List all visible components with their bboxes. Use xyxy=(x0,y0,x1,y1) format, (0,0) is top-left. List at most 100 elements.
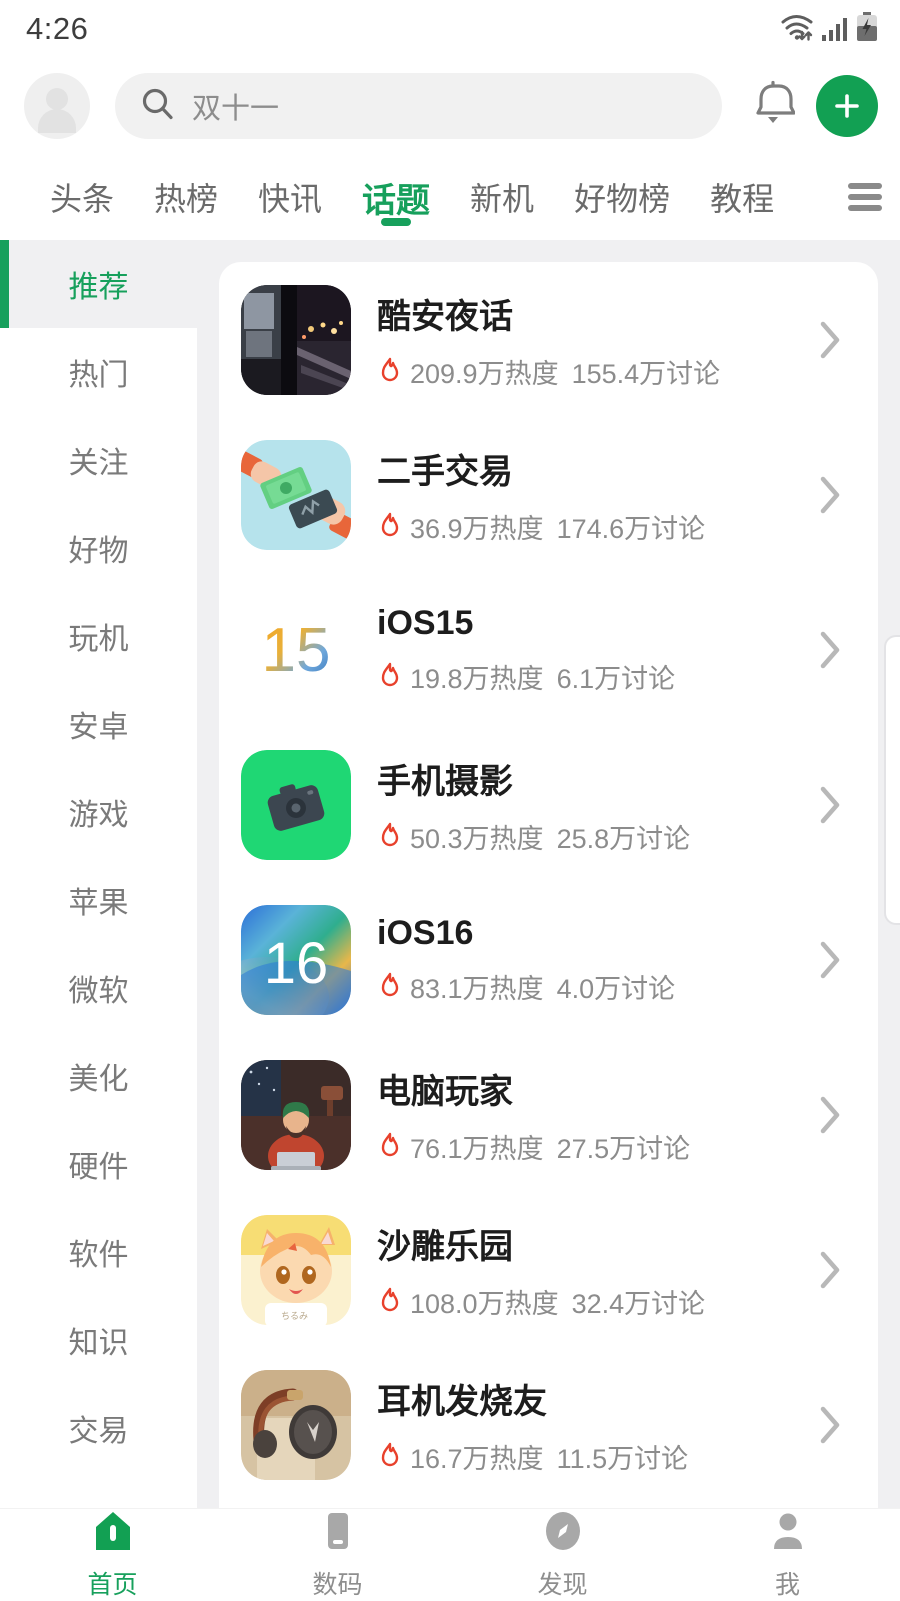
flame-icon xyxy=(381,1442,399,1467)
chevron-right-icon xyxy=(810,473,850,517)
top-tab-bar: 头条 热榜 快讯 话题 新机 好物榜 教程 xyxy=(0,154,900,240)
sidebar-item-12[interactable]: 知识 xyxy=(0,1296,197,1384)
topic-stats: 209.9万热度 155.4万讨论 xyxy=(377,352,784,391)
sidebar-item-2[interactable]: 关注 xyxy=(0,416,197,504)
topic-stats: 108.0万热度 32.4万讨论 xyxy=(377,1282,784,1321)
notification-bell-button[interactable] xyxy=(744,80,802,133)
topic-row[interactable]: 二手交易 36.9万热度 174.6万讨论 xyxy=(219,417,878,572)
topic-title: iOS16 xyxy=(377,913,474,952)
nav-item-1[interactable]: 数码 xyxy=(225,1508,450,1601)
tab-label: 好物榜 xyxy=(574,181,671,217)
topic-stats: 19.8万热度 6.1万讨论 xyxy=(377,657,784,696)
sidebar-item-4[interactable]: 玩机 xyxy=(0,592,197,680)
sidebar-item-3[interactable]: 好物 xyxy=(0,504,197,592)
topic-row[interactable]: 16 iOS16 83.1万热度 4.0万讨论 xyxy=(219,882,878,1037)
bell-icon xyxy=(751,80,796,133)
tab-active-underline xyxy=(381,218,412,226)
topic-row[interactable]: ちるみ 沙雕乐园 108.0万热度 32.4万讨论 xyxy=(219,1192,878,1347)
topic-discussions: 174.6万讨论 xyxy=(556,513,706,544)
ios15-logo-icon: 15 xyxy=(241,595,351,705)
add-button[interactable] xyxy=(816,75,878,137)
signal-icon xyxy=(821,14,849,47)
wifi-icon xyxy=(780,12,814,47)
sidebar-item-5[interactable]: 安卓 xyxy=(0,680,197,768)
camera-green-icon xyxy=(241,749,351,860)
topic-card-list: 酷安夜话 209.9万热度 155.4万讨论 二手交易 36.9万热度 174.… xyxy=(219,262,878,1508)
flame-icon xyxy=(381,1132,399,1157)
svg-text:16: 16 xyxy=(264,931,329,996)
sidebar-item-label: 关注 xyxy=(68,447,129,480)
topic-stats: 83.1万热度 4.0万讨论 xyxy=(377,967,784,1006)
topic-row[interactable]: 电脑玩家 76.1万热度 27.5万讨论 xyxy=(219,1037,878,1192)
topic-heat: 108.0万热度 xyxy=(410,1288,559,1319)
topic-discussions: 32.4万讨论 xyxy=(571,1288,706,1319)
sidebar-item-11[interactable]: 软件 xyxy=(0,1208,197,1296)
tab-0[interactable]: 头条 xyxy=(30,154,134,240)
topic-row[interactable]: 耳机发烧友 16.7万热度 11.5万讨论 xyxy=(219,1347,878,1502)
tab-overflow-menu-button[interactable] xyxy=(830,154,900,240)
status-icon-group xyxy=(780,11,878,47)
tab-label: 快讯 xyxy=(258,181,323,217)
hands-trading-money-icon xyxy=(241,439,351,550)
category-sidebar[interactable]: 推荐 热门关注好物玩机安卓 游戏苹果微软美化硬件软件知识 交易 xyxy=(0,240,197,1508)
person-at-laptop-icon xyxy=(241,1059,351,1170)
tab-4[interactable]: 新机 xyxy=(450,154,554,240)
topic-title: 手机摄影 xyxy=(377,762,513,801)
sidebar-item-label: 微软 xyxy=(68,975,129,1008)
sidebar-item-9[interactable]: 美化 xyxy=(0,1032,197,1120)
sidebar-item-10[interactable]: 硬件 xyxy=(0,1120,197,1208)
topic-heat: 76.1万热度 xyxy=(410,1133,544,1164)
topic-text-block: 二手交易 36.9万热度 174.6万讨论 xyxy=(377,444,784,546)
tab-6[interactable]: 教程 xyxy=(690,154,794,240)
topic-row[interactable]: 手机摄影 50.3万热度 25.8万讨论 xyxy=(219,727,878,882)
scroll-indicator[interactable] xyxy=(884,635,900,925)
nav-item-2[interactable]: 发现 xyxy=(450,1508,675,1601)
sidebar-item-0[interactable]: 推荐 xyxy=(0,240,197,328)
sidebar-item-label: 玩机 xyxy=(68,623,129,656)
topic-row[interactable]: 酷安夜话 209.9万热度 155.4万讨论 xyxy=(219,262,878,417)
tab-1[interactable]: 热榜 xyxy=(134,154,238,240)
sidebar-item-label: 美化 xyxy=(68,1063,129,1096)
nav-item-0[interactable]: 首页 xyxy=(0,1508,225,1601)
search-value: 双十一 xyxy=(192,93,280,125)
nav-item-label: 数码 xyxy=(312,1571,363,1599)
topic-row[interactable]: 15 iOS15 19.8万热度 6.1万讨论 xyxy=(219,572,878,727)
topic-discussions: 25.8万讨论 xyxy=(556,823,691,854)
flame-icon xyxy=(381,822,399,847)
main-content: 推荐 热门关注好物玩机安卓 游戏苹果微软美化硬件软件知识 交易 xyxy=(0,240,900,1508)
topic-discussions: 6.1万讨论 xyxy=(556,663,676,694)
tab-label: 教程 xyxy=(710,181,775,217)
svg-text:15: 15 xyxy=(262,616,331,685)
topic-list-container[interactable]: 酷安夜话 209.9万热度 155.4万讨论 二手交易 36.9万热度 174.… xyxy=(197,240,900,1508)
search-input[interactable]: 双十一 xyxy=(115,73,722,139)
sidebar-item-8[interactable]: 微软 xyxy=(0,944,197,1032)
nav-item-3[interactable]: 我 xyxy=(675,1508,900,1601)
status-bar: 4:26 xyxy=(0,0,900,58)
nav-item-label: 发现 xyxy=(537,1571,588,1599)
tab-label: 新机 xyxy=(470,181,535,217)
flame-icon xyxy=(381,1287,399,1312)
sidebar-item-7[interactable]: 苹果 xyxy=(0,856,197,944)
avatar[interactable] xyxy=(24,73,90,139)
headphones-icon xyxy=(241,1369,351,1480)
sidebar-item-13[interactable]: 交易 xyxy=(0,1384,197,1472)
chevron-right-icon xyxy=(810,628,850,672)
topic-text-block: 沙雕乐园 108.0万热度 32.4万讨论 xyxy=(377,1219,784,1321)
sidebar-item-1[interactable]: 热门 xyxy=(0,328,197,416)
topic-heat: 209.9万热度 xyxy=(410,358,559,389)
topic-text-block: 耳机发烧友 16.7万热度 11.5万讨论 xyxy=(377,1374,784,1476)
sidebar-item-label: 软件 xyxy=(68,1239,129,1272)
battery-charging-icon xyxy=(856,11,878,47)
sidebar-item-6[interactable]: 游戏 xyxy=(0,768,197,856)
topic-heat: 50.3万热度 xyxy=(410,823,544,854)
topic-discussions: 155.4万讨论 xyxy=(571,358,721,389)
topic-text-block: 酷安夜话 209.9万热度 155.4万讨论 xyxy=(377,289,784,391)
topic-text-block: 手机摄影 50.3万热度 25.8万讨论 xyxy=(377,754,784,856)
tab-3[interactable]: 话题 xyxy=(342,154,450,240)
tab-5[interactable]: 好物榜 xyxy=(554,154,690,240)
home-icon xyxy=(90,1508,136,1559)
chevron-right-icon xyxy=(810,1093,850,1137)
topic-title: 电脑玩家 xyxy=(377,1072,513,1111)
tab-2[interactable]: 快讯 xyxy=(238,154,342,240)
sidebar-item-label: 苹果 xyxy=(68,887,129,920)
